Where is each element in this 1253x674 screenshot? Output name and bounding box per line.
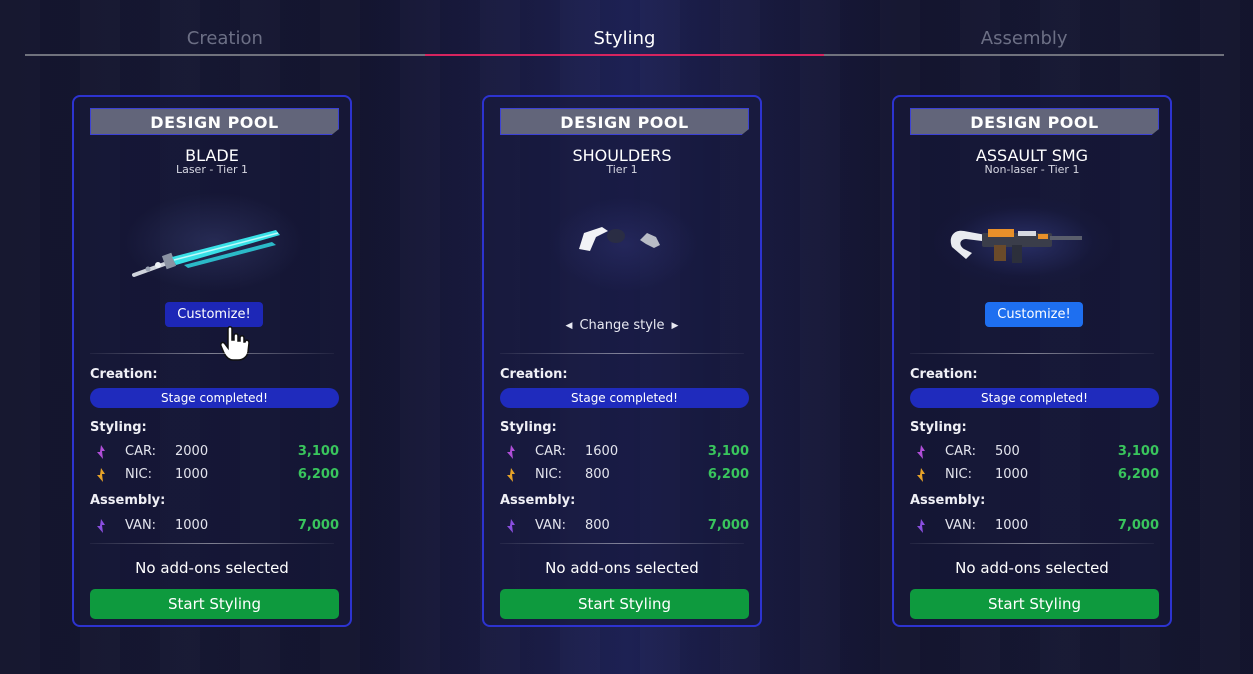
stage-tabs: Creation Styling Assembly [25, 28, 1225, 56]
tab-label: Assembly [980, 28, 1068, 49]
design-pool-badge: DESIGN POOL [90, 108, 339, 135]
resource-name: NIC: [945, 467, 973, 482]
resource-row-car: CAR: 500 3,100 [910, 444, 1159, 462]
resource-name: CAR: [945, 444, 976, 459]
resource-name: NIC: [535, 467, 563, 482]
resource-row-nic: NIC: 1000 6,200 [90, 467, 339, 485]
assembly-label: Assembly: [90, 493, 166, 508]
item-subtitle: Tier 1 [606, 163, 638, 176]
resource-cost: 1000 [175, 467, 209, 482]
resource-name: VAN: [945, 518, 977, 533]
design-card-blade: DESIGN POOL BLADE Laser - Tier 1 Customi… [72, 95, 352, 627]
resource-total: 3,100 [707, 444, 749, 459]
divider [910, 353, 1154, 354]
van-resource-icon [917, 519, 925, 533]
stage-completed-bar: Stage completed! [910, 388, 1159, 408]
car-resource-icon [507, 445, 515, 459]
shoulder-armor-icon [504, 187, 744, 297]
resource-total: 3,100 [297, 444, 339, 459]
design-pool-badge: DESIGN POOL [500, 108, 749, 135]
resource-total: 7,000 [707, 518, 749, 533]
van-resource-icon [97, 519, 105, 533]
resource-name: VAN: [535, 518, 567, 533]
resource-cost: 1000 [995, 467, 1029, 482]
assembly-label: Assembly: [910, 493, 986, 508]
resource-row-van: VAN: 1000 7,000 [910, 518, 1159, 536]
nic-resource-icon [507, 468, 515, 482]
divider [500, 543, 744, 544]
tab-label: Styling [593, 28, 656, 49]
assault-smg-icon [914, 187, 1154, 297]
resource-total: 6,200 [707, 467, 749, 482]
start-styling-button[interactable]: Start Styling [500, 589, 749, 619]
design-pool-badge: DESIGN POOL [910, 108, 1159, 135]
change-style-label: Change style [579, 318, 665, 333]
tab-underline [824, 54, 1225, 56]
item-subtitle: Non-laser - Tier 1 [984, 163, 1080, 176]
stage-completed-bar: Stage completed! [90, 388, 339, 408]
styling-label: Styling: [910, 420, 967, 435]
arrow-right-icon[interactable]: ▶ [672, 321, 679, 331]
start-styling-button[interactable]: Start Styling [910, 589, 1159, 619]
nic-resource-icon [917, 468, 925, 482]
styling-label: Styling: [500, 420, 557, 435]
item-subtitle: Laser - Tier 1 [175, 163, 249, 176]
resource-name: NIC: [125, 467, 153, 482]
addons-status: No add-ons selected [135, 559, 289, 577]
resource-cost: 1000 [175, 518, 209, 533]
arrow-left-icon[interactable]: ◀ [566, 321, 573, 331]
tab-underline [25, 54, 425, 56]
car-resource-icon [917, 445, 925, 459]
start-styling-button[interactable]: Start Styling [90, 589, 339, 619]
resource-cost: 800 [585, 518, 610, 533]
resource-cost: 1000 [995, 518, 1029, 533]
divider [90, 353, 334, 354]
resource-row-nic: NIC: 800 6,200 [500, 467, 749, 485]
tab-underline-active [424, 54, 825, 56]
styling-label: Styling: [90, 420, 147, 435]
creation-label: Creation: [500, 367, 568, 382]
car-resource-icon [97, 445, 105, 459]
tab-assembly[interactable]: Assembly [824, 28, 1225, 56]
resource-name: CAR: [535, 444, 566, 459]
nic-resource-icon [97, 468, 105, 482]
resource-row-nic: NIC: 1000 6,200 [910, 467, 1159, 485]
creation-label: Creation: [90, 367, 158, 382]
resource-total: 7,000 [297, 518, 339, 533]
assembly-label: Assembly: [500, 493, 576, 508]
customize-button[interactable]: Customize! [985, 302, 1083, 327]
customize-button[interactable]: Customize! [165, 302, 263, 327]
addons-status: No add-ons selected [955, 559, 1109, 577]
laser-blade-icon [94, 187, 334, 297]
tab-styling[interactable]: Styling [424, 28, 825, 56]
resource-row-car: CAR: 1600 3,100 [500, 444, 749, 462]
resource-row-car: CAR: 2000 3,100 [90, 444, 339, 462]
addons-status: No add-ons selected [545, 559, 699, 577]
design-card-shoulders: DESIGN POOL SHOULDERS Tier 1 ◀ Change sty… [482, 95, 762, 627]
change-style-control: ◀ Change style ▶ [484, 318, 760, 333]
resource-cost: 1600 [585, 444, 619, 459]
resource-cost: 2000 [175, 444, 209, 459]
design-card-assault-smg: DESIGN POOL ASSAULT SMG Non-laser - Tier… [892, 95, 1172, 627]
resource-total: 7,000 [1117, 518, 1159, 533]
resource-total: 6,200 [297, 467, 339, 482]
van-resource-icon [507, 519, 515, 533]
resource-name: CAR: [125, 444, 156, 459]
divider [910, 543, 1154, 544]
hand-pointer-cursor-icon [220, 326, 250, 361]
divider [90, 543, 334, 544]
resource-row-van: VAN: 800 7,000 [500, 518, 749, 536]
creation-label: Creation: [910, 367, 978, 382]
tab-creation[interactable]: Creation [25, 28, 425, 56]
divider [500, 353, 744, 354]
resource-cost: 500 [995, 444, 1020, 459]
resource-total: 3,100 [1117, 444, 1159, 459]
resource-total: 6,200 [1117, 467, 1159, 482]
resource-cost: 800 [585, 467, 610, 482]
resource-name: VAN: [125, 518, 157, 533]
resource-row-van: VAN: 1000 7,000 [90, 518, 339, 536]
tab-label: Creation [186, 28, 263, 49]
stage-completed-bar: Stage completed! [500, 388, 749, 408]
